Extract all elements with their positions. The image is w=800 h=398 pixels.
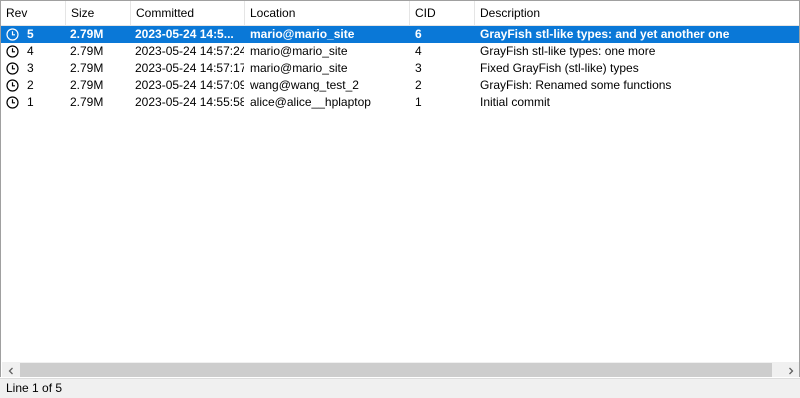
revision-list[interactable]: Rev Size Committed Location CID Descript… [0, 0, 800, 377]
cell-location: mario@mario_site [250, 27, 355, 41]
cell-committed: 2023-05-24 14:55:58 [135, 95, 244, 109]
column-header-size[interactable]: Size [66, 1, 131, 25]
rows-container: 5 2.79M 2023-05-24 14:5... mario@mario_s… [1, 26, 799, 111]
table-row[interactable]: 1 2.79M 2023-05-24 14:55:58 alice@alice_… [1, 94, 799, 111]
cell-rev: 2 [27, 78, 34, 92]
cell-size: 2.79M [70, 95, 104, 109]
cell-committed: 2023-05-24 14:57:17 [135, 61, 244, 75]
clock-icon [6, 28, 19, 41]
status-bar: Line 1 of 5 [0, 378, 800, 398]
clock-icon [6, 79, 19, 92]
chevron-left-icon[interactable] [2, 362, 19, 377]
cell-rev: 1 [27, 95, 34, 109]
cell-cid: 4 [415, 44, 422, 58]
cell-size: 2.79M [70, 27, 104, 41]
table-row[interactable]: 4 2.79M 2023-05-24 14:57:24 mario@mario_… [1, 43, 799, 60]
cell-committed: 2023-05-24 14:57:24 [135, 44, 244, 58]
cell-cid: 3 [415, 61, 422, 75]
clock-icon [6, 45, 19, 58]
table-row[interactable]: 2 2.79M 2023-05-24 14:57:09 wang@wang_te… [1, 77, 799, 94]
cell-location: wang@wang_test_2 [250, 78, 359, 92]
cell-description: GrayFish stl-like types: and yet another… [480, 27, 730, 41]
cell-description: Fixed GrayFish (stl-like) types [480, 61, 639, 75]
cell-cid: 2 [415, 78, 422, 92]
cell-size: 2.79M [70, 78, 104, 92]
cell-description: GrayFish: Renamed some functions [480, 78, 672, 92]
cell-cid: 6 [415, 27, 422, 41]
cell-size: 2.79M [70, 44, 104, 58]
cell-committed: 2023-05-24 14:5... [135, 27, 234, 41]
table-row[interactable]: 5 2.79M 2023-05-24 14:5... mario@mario_s… [1, 26, 799, 43]
table-row[interactable]: 3 2.79M 2023-05-24 14:57:17 mario@mario_… [1, 60, 799, 77]
cell-rev: 3 [27, 61, 34, 75]
horizontal-scrollbar[interactable] [2, 362, 799, 377]
column-header-description[interactable]: Description [475, 1, 799, 25]
chevron-right-icon[interactable] [782, 362, 799, 377]
cell-description: GrayFish stl-like types: one more [480, 44, 656, 58]
clock-icon [6, 62, 19, 75]
cell-rev: 5 [27, 27, 34, 41]
column-header-committed[interactable]: Committed [131, 1, 245, 25]
cell-location: alice@alice__hplaptop [250, 95, 371, 109]
status-text: Line 1 of 5 [6, 381, 63, 395]
column-header-cid[interactable]: CID [410, 1, 475, 25]
column-header-location[interactable]: Location [245, 1, 410, 25]
column-header-rev[interactable]: Rev [1, 1, 66, 25]
cell-rev: 4 [27, 44, 34, 58]
clock-icon [6, 96, 19, 109]
cell-location: mario@mario_site [250, 44, 348, 58]
scrollbar-thumb[interactable] [20, 363, 772, 377]
cell-location: mario@mario_site [250, 61, 348, 75]
cell-size: 2.79M [70, 61, 104, 75]
column-header-bar: Rev Size Committed Location CID Descript… [1, 1, 799, 26]
cell-cid: 1 [415, 95, 422, 109]
cell-description: Initial commit [480, 95, 551, 109]
cell-committed: 2023-05-24 14:57:09 [135, 78, 244, 92]
